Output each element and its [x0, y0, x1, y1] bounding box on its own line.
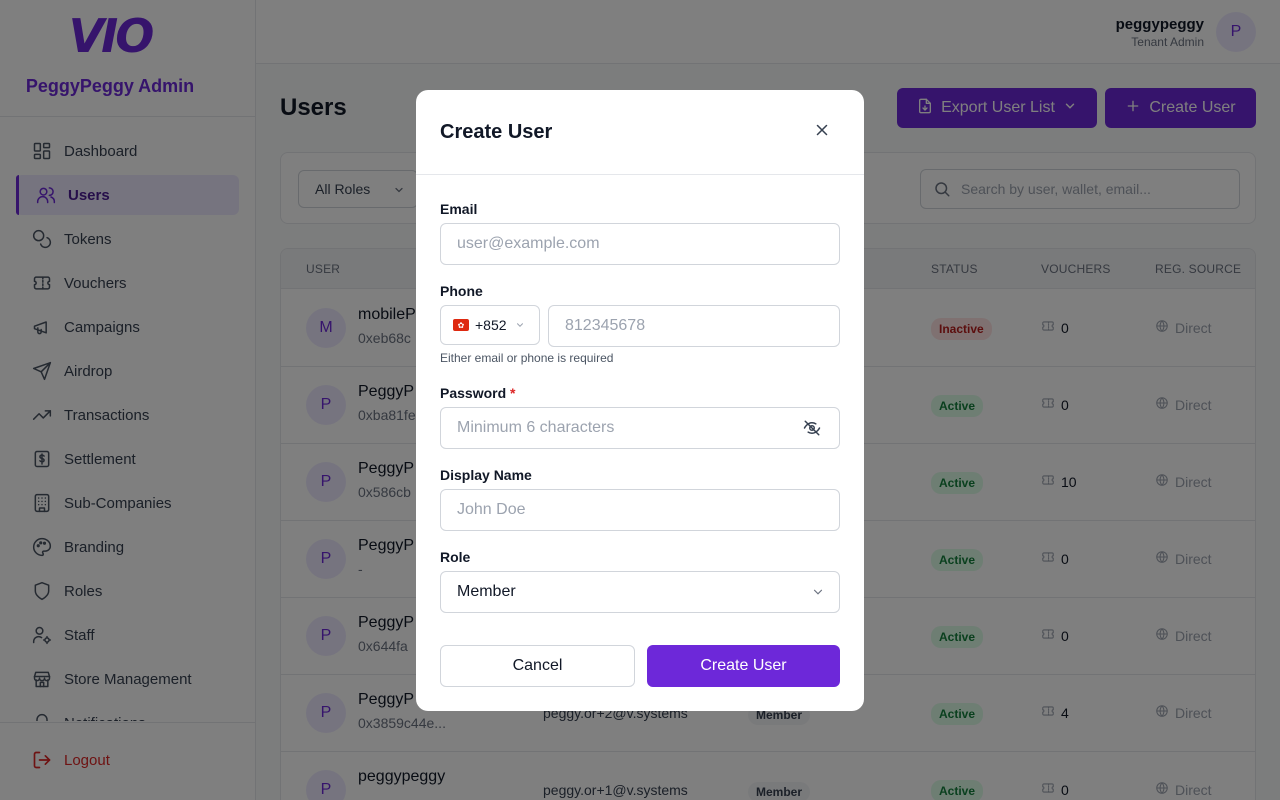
country-code-value: +852 — [475, 317, 507, 333]
country-code-select[interactable]: ✿ +852 — [440, 305, 540, 345]
eye-off-icon[interactable] — [803, 419, 821, 442]
role-label: Role — [440, 549, 471, 565]
email-field[interactable]: user@example.com — [440, 223, 840, 265]
password-placeholder: Minimum 6 characters — [457, 419, 615, 436]
role-select[interactable]: Member — [440, 571, 840, 613]
create-user-dialog: Create User Email user@example.com Phone… — [416, 90, 864, 711]
email-placeholder: user@example.com — [457, 235, 600, 252]
close-button[interactable] — [811, 121, 833, 143]
display-name-placeholder: John Doe — [457, 501, 526, 518]
required-marker: * — [510, 385, 516, 401]
dialog-title: Create User — [440, 121, 553, 143]
display-name-label: Display Name — [440, 467, 532, 483]
password-label-text: Password — [440, 385, 507, 401]
role-value: Member — [457, 583, 516, 600]
email-label: Email — [440, 201, 478, 217]
display-name-field[interactable]: John Doe — [440, 489, 840, 531]
password-label: Password * — [440, 385, 515, 401]
chevron-down-icon — [811, 585, 825, 604]
close-icon — [813, 121, 831, 144]
phone-label: Phone — [440, 283, 483, 299]
submit-create-user-button[interactable]: Create User — [647, 645, 840, 687]
cancel-button[interactable]: Cancel — [440, 645, 635, 687]
phone-field[interactable]: 812345678 — [548, 305, 840, 347]
phone-hint: Either email or phone is required — [440, 351, 614, 365]
divider — [416, 174, 864, 175]
password-field[interactable]: Minimum 6 characters — [440, 407, 840, 449]
phone-placeholder: 812345678 — [565, 317, 646, 334]
chevron-down-icon — [515, 317, 525, 333]
hong-kong-flag-icon: ✿ — [453, 319, 469, 331]
